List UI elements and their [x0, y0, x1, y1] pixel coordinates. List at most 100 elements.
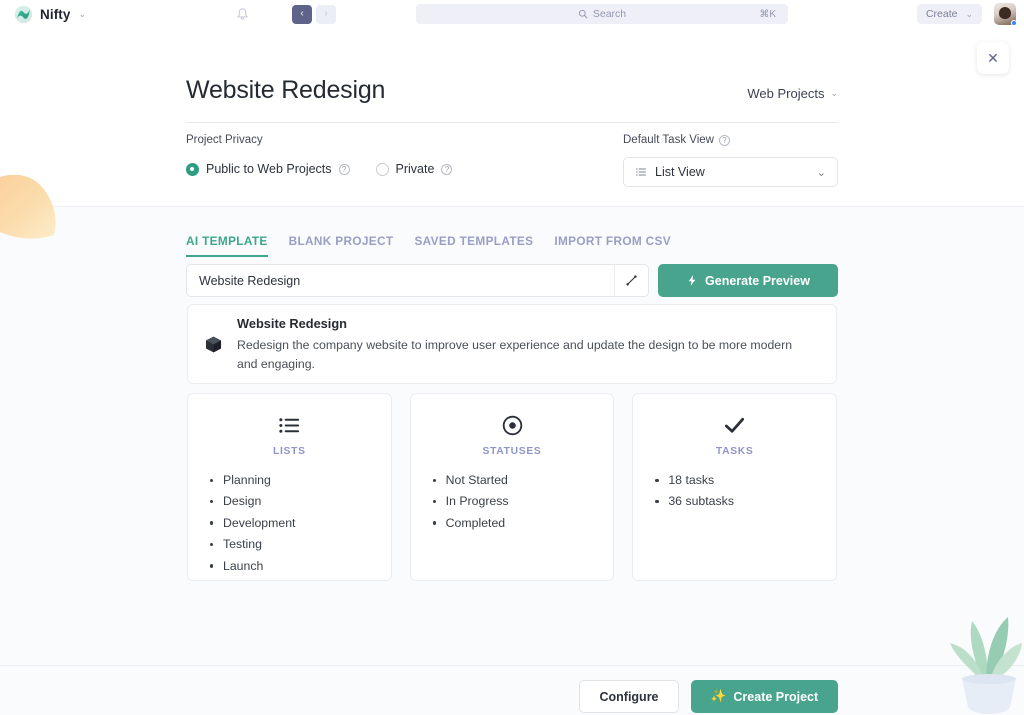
cube-icon [205, 336, 222, 352]
ai-prompt-value: Website Redesign [199, 273, 301, 288]
list-item: Planning [210, 471, 391, 489]
help-icon[interactable]: ? [338, 163, 350, 175]
select-value-group: List View [635, 165, 705, 179]
ai-prompt-input[interactable]: Website Redesign [186, 264, 649, 297]
radio-selected-icon[interactable] [186, 162, 199, 176]
privacy-column: Project Privacy Public to Web Projects ?… [186, 134, 623, 187]
preview-card-tasks: TASKS 18 tasks 36 subtasks [632, 393, 838, 581]
generate-preview-label: Generate Preview [705, 273, 810, 288]
expand-diagonal-icon [626, 275, 637, 286]
preview-card-statuses-items: Not Started In Progress Completed [432, 471, 614, 532]
tab-blank-project[interactable]: BLANK PROJECT [289, 234, 394, 257]
tab-saved-templates[interactable]: SAVED TEMPLATES [414, 234, 533, 257]
tab-import-from-csv[interactable]: IMPORT FROM CSV [554, 234, 671, 257]
nifty-logo-icon [14, 5, 33, 23]
preview-card-tasks-items: 18 tasks 36 subtasks [655, 471, 836, 511]
tab-ai-template[interactable]: AI TEMPLATE [186, 234, 268, 257]
preview-card-lists-items: Planning Design Development Testing Laun… [210, 471, 391, 575]
generate-preview-button[interactable]: Generate Preview [658, 264, 838, 297]
list-item: Not Started [432, 471, 614, 489]
brand-name-label: Nifty [40, 6, 71, 22]
list-item: Development [210, 514, 391, 532]
create-menu-label: Create [925, 8, 958, 20]
default-task-view-value: List View [655, 165, 705, 179]
privacy-option-private[interactable]: Private ? [375, 162, 453, 176]
list-view-icon [636, 168, 646, 176]
notifications-button[interactable] [236, 7, 249, 21]
search-icon [578, 9, 588, 19]
chevron-down-icon: ⌄ [816, 166, 826, 179]
privacy-option-private-label: Private [395, 162, 435, 176]
default-task-view-column: Default Task View ? List View ⌄ [623, 134, 838, 187]
template-description-card: Website Redesign Redesign the company we… [187, 304, 837, 384]
list-item: 18 tasks [655, 471, 836, 489]
nav-forward-button[interactable]: › [316, 4, 337, 24]
project-settings-row: Project Privacy Public to Web Projects ?… [186, 134, 838, 187]
project-scope-label: Web Projects [747, 86, 825, 101]
check-icon [725, 417, 745, 433]
project-scope-dropdown[interactable]: Web Projects ⌄ [747, 86, 838, 105]
privacy-option-public-label: Public to Web Projects [206, 162, 332, 176]
configure-button[interactable]: Configure [579, 680, 679, 713]
chevron-down-icon: ⌄ [78, 8, 87, 19]
search-placeholder-label: Search [592, 8, 627, 20]
privacy-radio-group: Public to Web Projects ? Private ? [186, 162, 623, 176]
footer-actions: Configure ✨ Create Project [579, 680, 838, 713]
help-icon[interactable]: ? [441, 163, 453, 175]
nifty-create-project-modal: Nifty ⌄ ‹ › Search ⌘K Create ⌄ ✕ Website… [0, 0, 1024, 715]
ai-prompt-row: Website Redesign Generate Preview [186, 264, 838, 297]
chevron-down-icon: ⌄ [830, 88, 838, 98]
card-icon-wrap [411, 414, 614, 440]
card-icon-wrap [633, 414, 836, 440]
description-title: Website Redesign [237, 315, 347, 331]
preview-cards-row: LISTS Planning Design Development Testin… [187, 393, 838, 581]
page-title: Website Redesign [186, 76, 386, 104]
create-menu-button[interactable]: Create ⌄ [916, 4, 982, 24]
expand-prompt-button[interactable] [614, 265, 648, 296]
search-shortcut-hint: ⌘K [759, 8, 776, 20]
brand-logo-group[interactable]: Nifty ⌄ [14, 5, 86, 24]
create-project-label: Create Project [733, 689, 819, 704]
list-item: Completed [432, 514, 614, 532]
list-item: Launch [210, 557, 391, 575]
default-task-view-select[interactable]: List View ⌄ [623, 157, 838, 187]
card-icon-wrap [188, 414, 391, 440]
user-avatar-button[interactable] [994, 3, 1017, 26]
search-input[interactable]: Search ⌘K [416, 4, 788, 24]
history-navigation: ‹ › [292, 4, 337, 24]
privacy-option-public[interactable]: Public to Web Projects ? [186, 162, 350, 176]
preview-card-tasks-label: TASKS [715, 446, 754, 457]
preview-card-lists: LISTS Planning Design Development Testin… [187, 393, 392, 581]
target-dot-icon [502, 415, 522, 436]
preview-card-lists-label: LISTS [272, 446, 306, 457]
preview-card-statuses-label: STATUSES [482, 446, 542, 457]
header-row: Website Redesign Web Projects ⌄ [186, 76, 838, 105]
list-item: In Progress [432, 492, 614, 510]
list-item: Testing [210, 535, 391, 553]
preview-card-statuses: STATUSES Not Started In Progress Complet… [409, 393, 615, 581]
sparkles-icon: ✨ [710, 689, 727, 703]
chevron-down-icon: ⌄ [965, 8, 973, 19]
list-item: 36 subtasks [655, 492, 836, 510]
create-project-button[interactable]: ✨ Create Project [691, 680, 838, 713]
header-divider [186, 122, 838, 123]
list-item: Design [210, 492, 391, 510]
description-body: Redesign the company website to improve … [237, 337, 793, 371]
radio-unselected-icon[interactable] [375, 162, 389, 176]
list-icon [279, 418, 299, 433]
modal-footer-panel [0, 665, 1024, 715]
task-view-label-text: Default Task View [623, 134, 714, 146]
nav-back-button[interactable]: ‹ [292, 4, 313, 24]
online-status-dot [1011, 20, 1017, 26]
lightning-bolt-icon [688, 275, 696, 286]
template-source-tabs: AI TEMPLATE BLANK PROJECT SAVED TEMPLATE… [186, 234, 671, 257]
close-modal-button[interactable]: ✕ [977, 42, 1009, 74]
privacy-field-label: Project Privacy [186, 134, 623, 146]
bell-icon [237, 8, 248, 20]
task-view-field-label: Default Task View ? [623, 134, 838, 146]
top-navigation-bar: Nifty ⌄ ‹ › Search ⌘K Create ⌄ [0, 0, 1024, 28]
search-inner: Search [578, 8, 626, 20]
description-texts: Website Redesign Redesign the company we… [237, 314, 797, 374]
help-icon[interactable]: ? [718, 134, 730, 146]
modal-header: Website Redesign Web Projects ⌄ [186, 76, 838, 123]
